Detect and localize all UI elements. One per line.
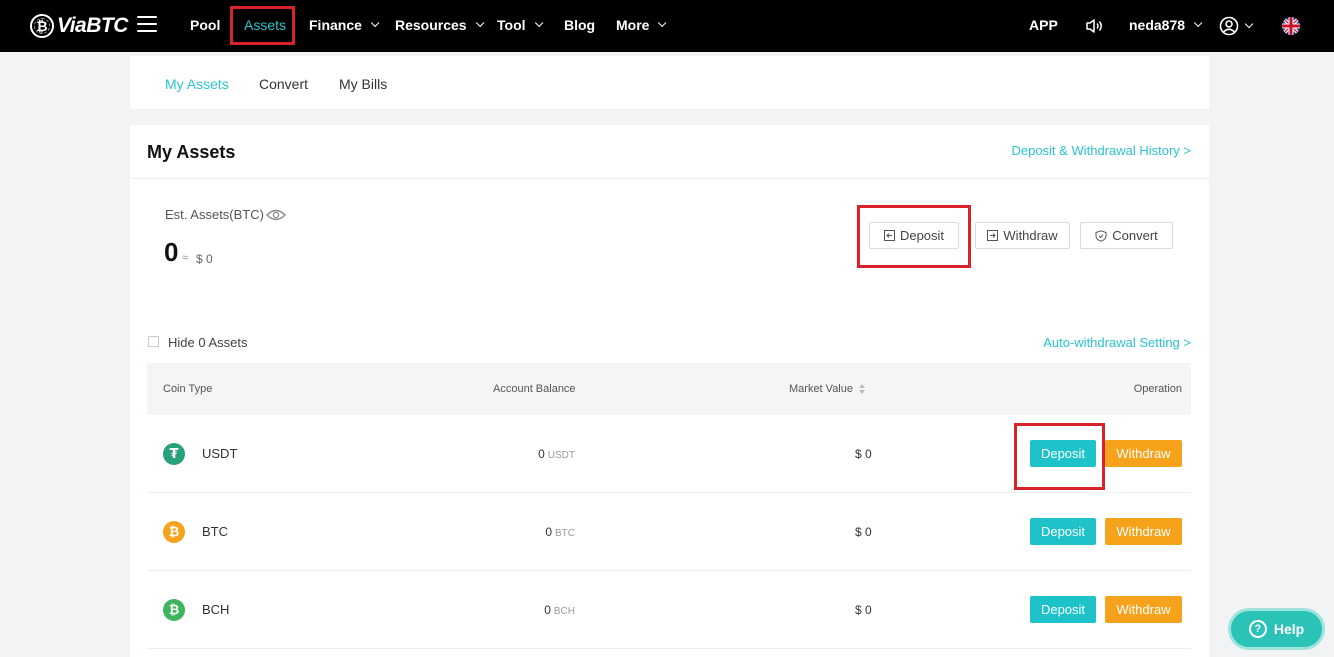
bch-icon: ₿: [163, 599, 185, 621]
sort-icon[interactable]: [859, 384, 866, 395]
convert-button[interactable]: Convert: [1080, 222, 1173, 249]
coin-name: BTC: [202, 524, 228, 539]
chevron-down-icon: [475, 18, 484, 28]
balance-value: 0: [544, 603, 551, 617]
market-value: $ 0: [855, 447, 872, 461]
eye-icon[interactable]: [266, 209, 286, 221]
estimated-assets-label: Est. Assets(BTC): [165, 207, 286, 222]
row-deposit-highlight-box: [1014, 423, 1105, 490]
hide-zero-assets-label[interactable]: Hide 0 Assets: [168, 335, 248, 350]
estimated-usd-value: $ 0: [196, 252, 213, 266]
page-title: My Assets: [147, 142, 236, 162]
top-navigation-bar: ₿ ViaBTC Pool Assets Finance Resources T…: [0, 0, 1334, 52]
column-coin-type: Coin Type: [163, 383, 213, 395]
row-deposit-button[interactable]: Deposit: [1030, 596, 1096, 623]
balance-value: 0: [545, 525, 552, 539]
coin-name: USDT: [202, 446, 238, 461]
table-row: ₿ BCH 0 BCH $ 0 Deposit Withdraw: [147, 571, 1191, 649]
user-menu[interactable]: neda878: [1129, 17, 1203, 33]
deposit-withdrawal-history-link[interactable]: Deposit & Withdrawal History >: [1011, 143, 1191, 158]
bitcoin-logo-icon: ₿: [30, 14, 54, 38]
chevron-down-icon: [1193, 18, 1203, 28]
hamburger-menu-icon[interactable]: [137, 16, 157, 32]
hide-zero-assets-checkbox[interactable]: [148, 336, 159, 347]
nav-item-finance[interactable]: Finance: [309, 17, 380, 33]
balance-unit: BCH: [553, 606, 575, 617]
speaker-icon[interactable]: [1084, 16, 1104, 36]
table-header: Coin Type Account Balance Market Value O…: [147, 363, 1191, 415]
column-account-balance: Account Balance: [493, 383, 576, 395]
usdt-icon: ₮: [163, 443, 185, 465]
tab-my-bills[interactable]: My Bills: [339, 76, 387, 92]
logo-text: ViaBTC: [57, 14, 128, 37]
chevron-down-icon: [658, 18, 667, 28]
assets-highlight-box: [230, 6, 295, 45]
row-deposit-button[interactable]: Deposit: [1030, 518, 1096, 545]
balance-value: 0: [538, 447, 545, 461]
nav-item-more[interactable]: More: [616, 17, 667, 33]
row-withdraw-button[interactable]: Withdraw: [1105, 596, 1182, 623]
viabtc-logo[interactable]: ₿ ViaBTC: [30, 13, 128, 39]
nav-item-resources[interactable]: Resources: [395, 17, 484, 33]
column-market-value-label: Market Value: [789, 383, 853, 395]
assets-subnav: My Assets Convert My Bills: [130, 56, 1209, 109]
account-balance: 0 USDT: [538, 447, 575, 461]
market-value: $ 0: [855, 603, 872, 617]
estimated-assets-label-text: Est. Assets(BTC): [165, 207, 264, 222]
tab-convert[interactable]: Convert: [259, 76, 308, 92]
row-withdraw-button[interactable]: Withdraw: [1105, 440, 1182, 467]
chevron-down-icon[interactable]: [1244, 19, 1254, 29]
approx-symbol: ≈: [182, 252, 189, 264]
row-withdraw-button[interactable]: Withdraw: [1105, 518, 1182, 545]
btc-icon: ₿: [163, 521, 185, 543]
question-icon: ?: [1248, 620, 1267, 638]
table-row: ₿ BTC 0 BTC $ 0 Deposit Withdraw: [147, 493, 1191, 571]
shield-icon: [1095, 229, 1107, 242]
account-balance: 0 BTC: [545, 525, 575, 539]
account-balance: 0 BCH: [544, 603, 575, 617]
chevron-down-icon: [370, 18, 380, 28]
chevron-down-icon: [534, 18, 543, 28]
withdraw-icon: [987, 230, 999, 241]
account-icon[interactable]: [1219, 16, 1239, 36]
uk-flag-icon[interactable]: [1282, 17, 1300, 35]
auto-withdrawal-setting-link[interactable]: Auto-withdrawal Setting >: [1043, 335, 1191, 350]
convert-button-label: Convert: [1112, 228, 1158, 243]
nav-item-pool[interactable]: Pool: [190, 17, 220, 33]
column-operation: Operation: [1133, 383, 1182, 395]
column-market-value[interactable]: Market Value: [789, 383, 866, 395]
app-link[interactable]: APP: [1029, 17, 1058, 33]
divider: [130, 178, 1209, 179]
balance-unit: USDT: [547, 450, 575, 461]
nav-item-blog[interactable]: Blog: [564, 17, 595, 33]
coin-name: BCH: [202, 602, 230, 617]
estimated-assets-value: 0: [164, 237, 179, 267]
help-button[interactable]: ? Help: [1228, 608, 1325, 650]
withdraw-button-label: Withdraw: [1003, 228, 1058, 243]
tab-my-assets[interactable]: My Assets: [165, 76, 229, 92]
withdraw-button[interactable]: Withdraw: [975, 222, 1070, 249]
balance-unit: BTC: [555, 528, 575, 539]
my-assets-card: My Assets Deposit & Withdrawal History >…: [130, 125, 1209, 657]
deposit-highlight-box: [857, 205, 971, 268]
market-value: $ 0: [855, 525, 872, 539]
nav-item-tool[interactable]: Tool: [497, 17, 543, 33]
help-label: Help: [1273, 621, 1305, 637]
